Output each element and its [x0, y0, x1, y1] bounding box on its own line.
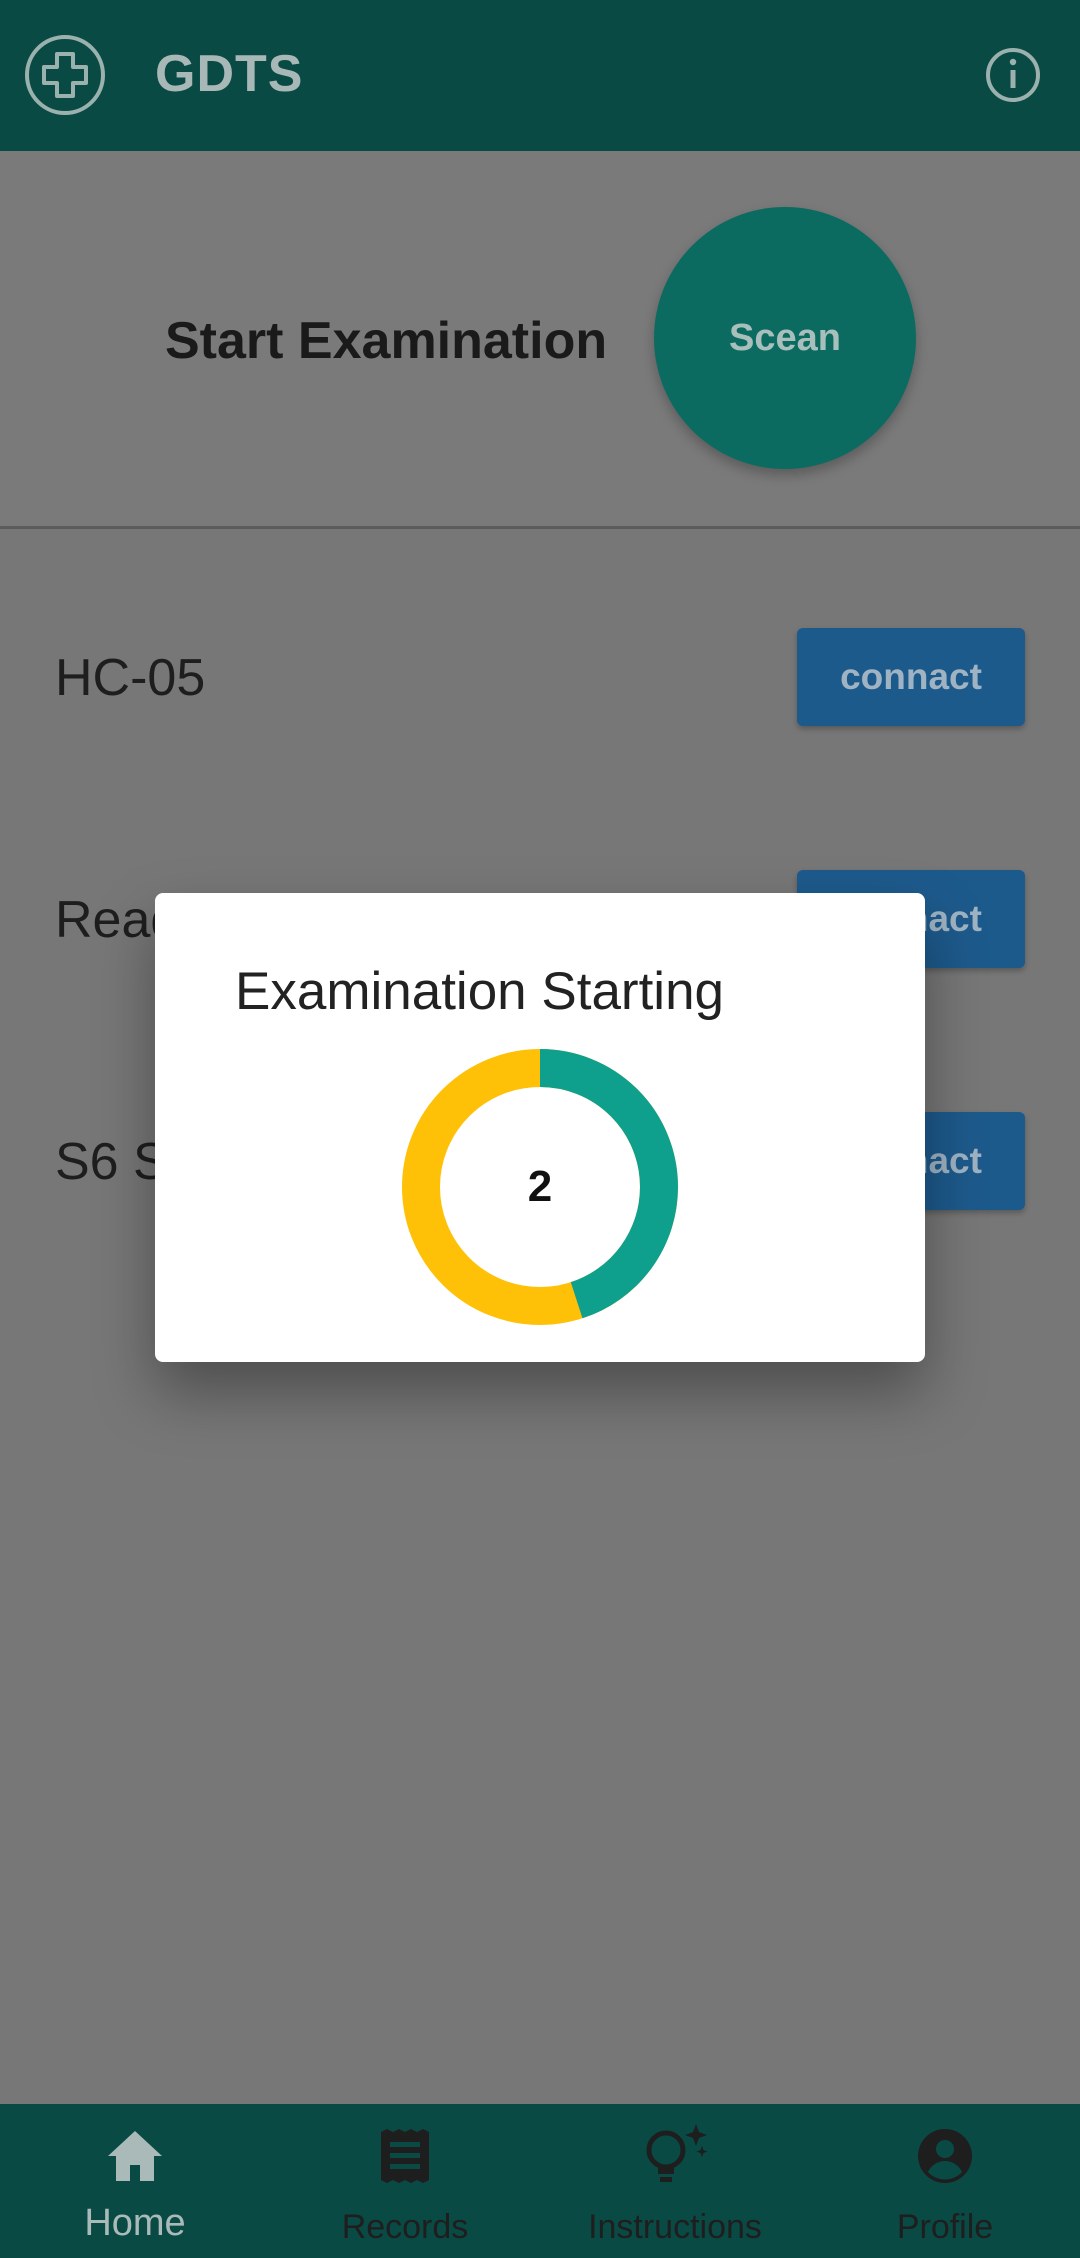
nav-item-home[interactable]: Home	[0, 2104, 270, 2258]
divider	[0, 526, 1080, 529]
dialog-title: Examination Starting	[235, 962, 725, 1021]
app-bar: GDTS	[0, 0, 1080, 151]
nav-label-home: Home	[84, 2202, 186, 2244]
examination-starting-dialog: Examination Starting 2	[155, 893, 925, 1362]
account-circle-icon	[918, 2129, 972, 2183]
countdown-value: 2	[527, 1162, 553, 1211]
nav-item-profile[interactable]: Profile	[810, 2104, 1080, 2258]
lightbulb-icon	[646, 2124, 708, 2182]
receipt-icon	[381, 2129, 429, 2183]
home-icon	[108, 2131, 162, 2181]
nav-item-records[interactable]: Records	[270, 2104, 540, 2258]
info-icon[interactable]	[984, 46, 1042, 104]
medical-cross-logo-icon	[25, 35, 105, 115]
nav-label-profile: Profile	[896, 2208, 994, 2246]
start-examination-title: Start Examination	[165, 312, 608, 370]
nav-item-instructions[interactable]: Instructions	[540, 2104, 810, 2258]
connect-button[interactable]: connact	[797, 628, 1025, 726]
nav-label-records: Records	[341, 2208, 469, 2246]
app-title: GDTS	[155, 45, 304, 103]
device-name: HC-05	[55, 649, 206, 707]
start-examination-section: Start Examination Scean	[0, 151, 1080, 527]
nav-label-instructions: Instructions	[588, 2208, 762, 2246]
device-name: S6 S	[55, 1133, 168, 1191]
bottom-navigation: Home Records Instructions Profile	[0, 2104, 1080, 2258]
scan-button[interactable]: Scean	[654, 207, 916, 469]
